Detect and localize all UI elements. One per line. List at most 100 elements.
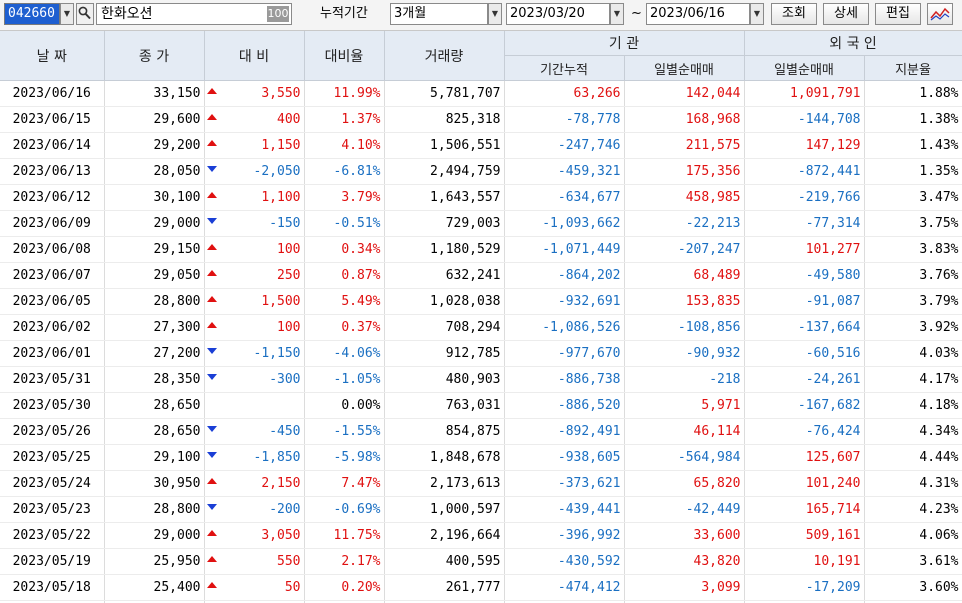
chart-button[interactable] (927, 3, 953, 25)
table-row[interactable]: 2023/06/01 27,200 -1,150 -4.06% 912,785 -977,… (0, 340, 962, 367)
table-row[interactable]: 2023/05/24 30,950 2,150 7.47% 2,173,613 -373,… (0, 470, 962, 497)
cell-change-value: 1,100 (261, 190, 301, 205)
cell-inst-cumulative: -78,778 (504, 106, 625, 133)
group-header-foreign: 외 국 인 (744, 31, 962, 56)
cell-change: 550 (204, 548, 305, 575)
date-to-input[interactable]: 2023/06/16 (646, 3, 750, 25)
cell-close: 29,100 (104, 444, 205, 471)
cell-date: 2023/06/01 (0, 340, 105, 367)
cell-inst-daily: -42,449 (624, 496, 745, 523)
col-header-foreign-share[interactable]: 지분율 (864, 55, 962, 81)
cell-date: 2023/05/24 (0, 470, 105, 497)
date-to-dropdown-icon[interactable]: ▼ (750, 3, 764, 25)
table-row[interactable]: 2023/05/26 28,650 -450 -1.55% 854,875 -892,49… (0, 418, 962, 445)
table-row[interactable]: 2023/06/14 29,200 1,150 4.10% 1,506,551 -247,… (0, 132, 962, 159)
cell-volume: 2,196,664 (384, 522, 505, 549)
period-select[interactable]: 3개월 (390, 3, 488, 25)
cell-volume: 912,785 (384, 340, 505, 367)
up-arrow-icon (206, 582, 217, 588)
col-header-inst-daily[interactable]: 일별순매매 (624, 55, 745, 81)
col-header-volume[interactable]: 거래량 (384, 31, 505, 81)
col-header-foreign-daily[interactable]: 일별순매매 (744, 55, 865, 81)
col-header-change[interactable]: 대 비 (204, 31, 305, 81)
table-row[interactable]: 2023/06/16 33,150 3,550 11.99% 5,781,707 63,2… (0, 80, 962, 107)
count-badge[interactable]: 100 (267, 6, 289, 22)
table-row[interactable]: 2023/05/19 25,950 550 2.17% 400,595 -430,592 4… (0, 548, 962, 575)
cell-volume: 1,180,529 (384, 236, 505, 263)
cell-date: 2023/05/26 (0, 418, 105, 445)
cell-change-value: 3,050 (261, 528, 301, 543)
table-row[interactable]: 2023/06/15 29,600 400 1.37% 825,318 -78,778 16… (0, 106, 962, 133)
table-row[interactable]: 2023/06/12 30,100 1,100 3.79% 1,643,557 -634,… (0, 184, 962, 211)
cell-foreign-share: 4.06% (864, 522, 962, 549)
date-from-input[interactable]: 2023/03/20 (506, 3, 610, 25)
col-header-close[interactable]: 종 가 (104, 31, 205, 81)
cell-close: 29,600 (104, 106, 205, 133)
cell-inst-daily: 168,968 (624, 106, 745, 133)
col-header-rate[interactable]: 대비율 (304, 31, 385, 81)
cell-change-value: 400 (277, 112, 301, 127)
cell-inst-cumulative: -1,086,526 (504, 314, 625, 341)
cell-rate: 5.49% (304, 288, 385, 315)
cell-change-value: -450 (269, 424, 301, 439)
cell-change-value: 2,150 (261, 476, 301, 491)
cell-foreign-share: 3.61% (864, 548, 962, 575)
cell-inst-cumulative: -1,071,449 (504, 236, 625, 263)
cell-date: 2023/06/05 (0, 288, 105, 315)
cell-change: -1,150 (204, 340, 305, 367)
query-button[interactable]: 조회 (771, 3, 817, 25)
cell-volume: 1,506,551 (384, 132, 505, 159)
cell-inst-daily: 153,835 (624, 288, 745, 315)
cell-inst-daily: 65,820 (624, 470, 745, 497)
table-row[interactable]: 2023/06/08 29,150 100 0.34% 1,180,529 -1,071,… (0, 236, 962, 263)
table-row[interactable]: 2023/05/22 29,000 3,050 11.75% 2,196,664 -396… (0, 522, 962, 549)
table-row[interactable]: 2023/06/13 28,050 -2,050 -6.81% 2,494,759 -45… (0, 158, 962, 185)
cell-foreign-share: 4.23% (864, 496, 962, 523)
stock-name-field[interactable]: 한화오션 100 (96, 3, 292, 25)
down-arrow-icon (206, 426, 217, 432)
cell-foreign-share: 3.92% (864, 314, 962, 341)
cell-change: -1,850 (204, 444, 305, 471)
cell-foreign-daily: 101,277 (744, 236, 865, 263)
col-header-date[interactable]: 날 짜 (0, 31, 105, 81)
cell-change: -300 (204, 366, 305, 393)
table-row[interactable]: 2023/05/25 29,100 -1,850 -5.98% 1,848,678 -93… (0, 444, 962, 471)
cell-close: 25,400 (104, 574, 205, 601)
cell-close: 29,000 (104, 522, 205, 549)
down-arrow-icon (206, 166, 217, 172)
table-row[interactable]: 2023/06/02 27,300 100 0.37% 708,294 -1,086,52… (0, 314, 962, 341)
cell-rate: -0.69% (304, 496, 385, 523)
cell-volume: 2,494,759 (384, 158, 505, 185)
cell-rate: -1.05% (304, 366, 385, 393)
cell-close: 33,150 (104, 80, 205, 107)
cell-close: 29,200 (104, 132, 205, 159)
cell-rate: 4.10% (304, 132, 385, 159)
cell-change: 100 (204, 314, 305, 341)
date-from-dropdown-icon[interactable]: ▼ (610, 3, 624, 25)
cell-foreign-share: 3.75% (864, 210, 962, 237)
up-arrow-icon (206, 478, 217, 484)
period-dropdown-icon[interactable]: ▼ (488, 3, 502, 25)
stock-code-dropdown-icon[interactable]: ▼ (60, 3, 74, 25)
cell-rate: -5.98% (304, 444, 385, 471)
table-row[interactable]: 2023/05/23 28,800 -200 -0.69% 1,000,597 -439,… (0, 496, 962, 523)
table-row[interactable]: 2023/05/18 25,400 50 0.20% 261,777 -474,412 3,… (0, 574, 962, 601)
cell-change-value: 550 (277, 554, 301, 569)
cell-inst-daily: 3,099 (624, 574, 745, 601)
col-header-inst-cumulative[interactable]: 기간누적 (504, 55, 625, 81)
table-row[interactable]: 2023/06/09 29,000 -150 -0.51% 729,003 -1,093,… (0, 210, 962, 237)
cell-change: 100 (204, 236, 305, 263)
cell-date: 2023/05/31 (0, 366, 105, 393)
stock-search-button[interactable] (76, 3, 94, 25)
cell-volume: 825,318 (384, 106, 505, 133)
detail-button[interactable]: 상세 (823, 3, 869, 25)
cell-foreign-share: 3.83% (864, 236, 962, 263)
cell-rate: -1.55% (304, 418, 385, 445)
table-row[interactable]: 2023/05/30 28,650 0.00% 763,031 -886,520 5,97… (0, 392, 962, 419)
cell-foreign-daily: 101,240 (744, 470, 865, 497)
table-row[interactable]: 2023/06/07 29,050 250 0.87% 632,241 -864,202 6… (0, 262, 962, 289)
table-row[interactable]: 2023/05/31 28,350 -300 -1.05% 480,903 -886,73… (0, 366, 962, 393)
table-row[interactable]: 2023/06/05 28,800 1,500 5.49% 1,028,038 -932,… (0, 288, 962, 315)
edit-button[interactable]: 편집 (875, 3, 921, 25)
stock-code-input[interactable]: 042660 (4, 3, 60, 25)
